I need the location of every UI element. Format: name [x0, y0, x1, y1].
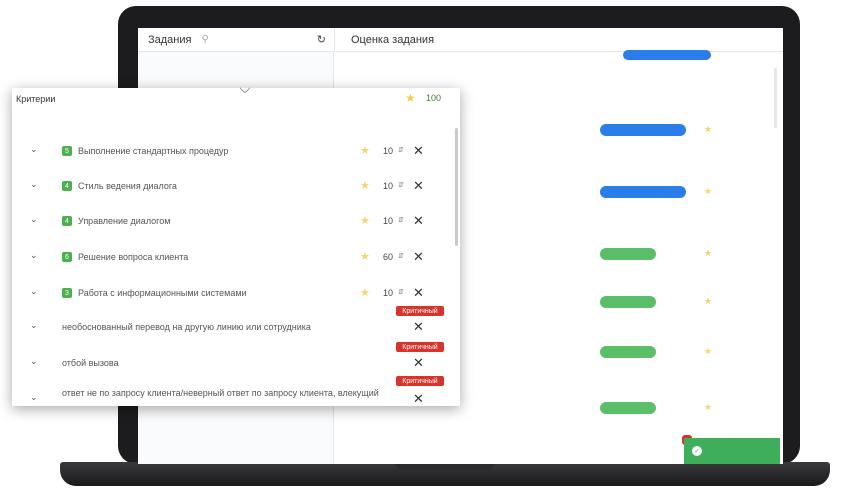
status-pill-match — [600, 402, 656, 414]
star-icon: ★ — [360, 145, 370, 157]
spinner-icon[interactable]: ⇵ — [398, 252, 404, 260]
total-score: 100 — [426, 93, 442, 103]
status-pill-match — [600, 346, 656, 358]
criterion-label: Управление диалогом — [78, 216, 171, 226]
spinner-icon[interactable]: ⇵ — [398, 216, 404, 224]
status-pill-match — [600, 296, 656, 308]
criterion-row[interactable]: ⌄ 4 Управление диалогом ★ 10 ⇵ ✕ — [12, 210, 452, 242]
close-icon[interactable]: ✕ — [413, 319, 424, 335]
spinner-icon[interactable]: ⇵ — [398, 181, 404, 189]
star-icon: ★ — [704, 124, 713, 134]
close-icon[interactable]: ✕ — [413, 143, 424, 159]
criteria-title: Критерии — [16, 94, 56, 104]
evaluation-title: Оценка задания — [351, 33, 435, 46]
criterion-badge: 4 — [62, 181, 72, 191]
critical-label: ответ не по запросу клиента/неверный отв… — [62, 388, 379, 398]
criteria-popup: Критерии ★ 100 ⌄ 5 Выполнение стандартны… — [12, 88, 460, 406]
scrollbar[interactable] — [774, 68, 777, 128]
criterion-weight[interactable]: 10 — [383, 288, 393, 298]
criterion-badge: 3 — [62, 288, 72, 298]
status-pill-partial — [600, 124, 686, 136]
star-icon: ★ — [704, 248, 713, 258]
chevron-down-icon[interactable]: ⌄ — [30, 214, 38, 225]
tasks-header: Задания ⚲ ↻ — [138, 28, 334, 52]
criterion-weight[interactable]: 10 — [383, 216, 393, 226]
close-icon[interactable]: ✕ — [413, 285, 424, 301]
notification-toast[interactable]: ✓ — [684, 438, 780, 464]
critical-label: необоснованный перевод на другую линию и… — [62, 322, 311, 332]
criterion-row[interactable]: ⌄ 4 Стиль ведения диалога ★ 10 ⇵ ✕ — [12, 175, 452, 207]
criterion-weight[interactable]: 10 — [383, 146, 393, 156]
critical-row[interactable]: Критичный ⌄ ответ не по запросу клиента/… — [12, 376, 452, 406]
status-pill-match — [600, 248, 656, 260]
evaluation-header: Оценка задания — [334, 28, 783, 52]
chevron-down-icon[interactable]: ⌄ — [30, 286, 38, 297]
spinner-icon[interactable]: ⇵ — [398, 146, 404, 154]
star-icon: ★ — [360, 287, 370, 299]
chevron-down-icon[interactable]: ⌄ — [30, 356, 38, 367]
criterion-badge: 4 — [62, 216, 72, 226]
criterion-row[interactable]: ⌄ 5 Выполнение стандартных процедур ★ 10… — [12, 140, 452, 172]
criterion-weight[interactable]: 60 — [383, 252, 393, 262]
chevron-down-icon[interactable]: ⌄ — [30, 144, 38, 155]
criterion-label: Стиль ведения диалога — [78, 181, 177, 191]
check-icon: ✓ — [692, 446, 702, 456]
critical-row[interactable]: Критичный ⌄ отбой вызова ✕ — [12, 342, 452, 374]
chevron-down-icon[interactable]: ⌄ — [30, 250, 38, 261]
criterion-label: Выполнение стандартных процедур — [78, 146, 229, 156]
close-icon[interactable]: ✕ — [413, 213, 424, 229]
star-icon: ★ — [360, 215, 370, 227]
search-icon[interactable]: ⚲ — [201, 34, 208, 45]
criterion-weight[interactable]: 10 — [383, 181, 393, 191]
critical-badge: Критичный — [396, 342, 444, 352]
close-icon[interactable]: ✕ — [413, 355, 424, 371]
star-icon: ★ — [704, 346, 713, 356]
criterion-label: Решение вопроса клиента — [78, 252, 189, 262]
criterion-badge: 5 — [62, 146, 72, 156]
close-icon[interactable]: ✕ — [413, 178, 424, 194]
close-icon[interactable]: ✕ — [413, 391, 424, 406]
criterion-row[interactable]: ⌄ 6 Решение вопроса клиента ★ 60 ⇵ ✕ — [12, 246, 452, 278]
criterion-badge: 6 — [62, 252, 72, 262]
critical-label: отбой вызова — [62, 358, 119, 368]
spinner-icon[interactable]: ⇵ — [398, 288, 404, 296]
star-icon: ★ — [704, 186, 713, 196]
chevron-down-icon[interactable]: ⌄ — [30, 392, 38, 403]
criterion-label: Работа с информационными системами — [78, 288, 247, 298]
chevron-down-icon[interactable]: ⌄ — [30, 320, 38, 331]
star-icon: ★ — [405, 91, 416, 105]
critical-badge: Критичный — [396, 306, 444, 316]
star-icon: ★ — [360, 251, 370, 263]
chevron-down-icon[interactable]: ⌄ — [30, 179, 38, 190]
star-icon: ★ — [704, 402, 713, 412]
critical-badge: Критичный — [396, 376, 444, 386]
popup-scrollbar[interactable] — [455, 128, 458, 246]
status-pill-partial — [600, 186, 686, 198]
tasks-title: Задания — [148, 33, 192, 46]
star-icon: ★ — [360, 180, 370, 192]
status-pill — [623, 50, 711, 60]
star-icon: ★ — [704, 296, 713, 306]
close-icon[interactable]: ✕ — [413, 249, 424, 265]
critical-row[interactable]: Критичный ⌄ необоснованный перевод на др… — [12, 306, 452, 338]
refresh-icon[interactable]: ↻ — [317, 33, 326, 46]
